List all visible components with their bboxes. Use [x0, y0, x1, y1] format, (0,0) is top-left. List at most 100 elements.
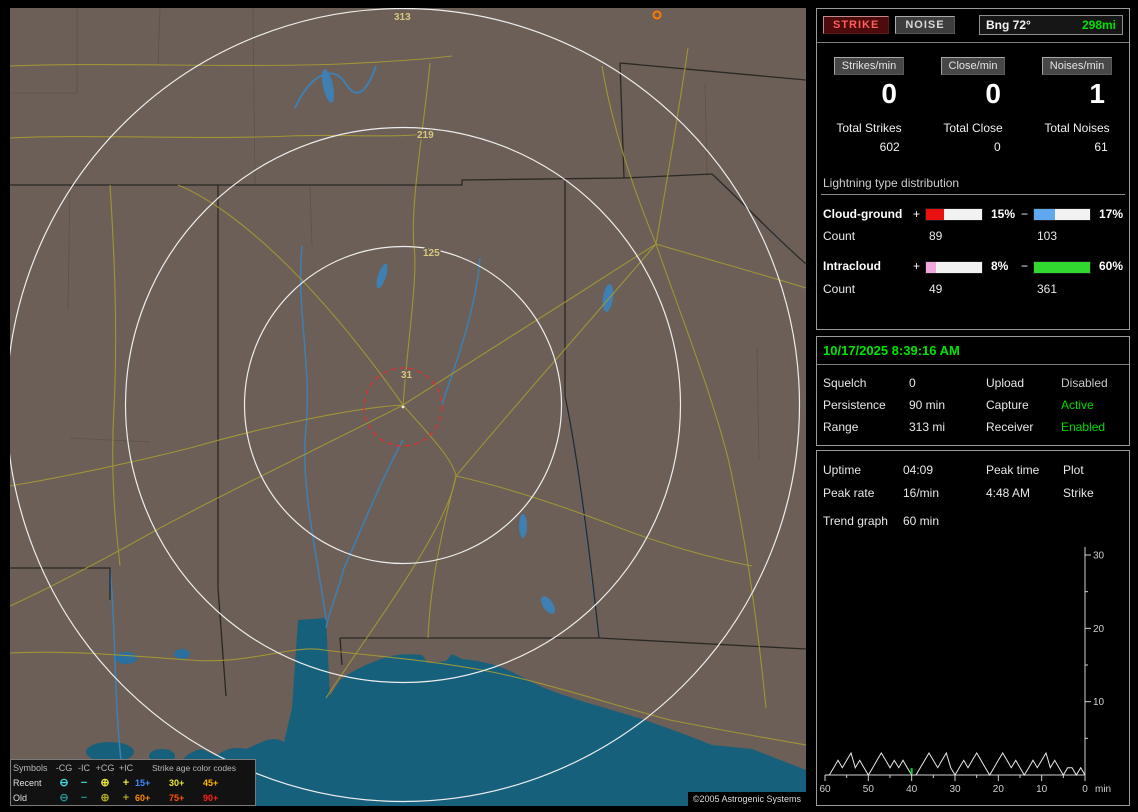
capture-label: Capture: [986, 398, 1061, 412]
pos-cg-recent-icon: ⊕: [93, 778, 117, 788]
age-45: 45+: [203, 778, 237, 788]
receiver-label: Receiver: [986, 420, 1061, 434]
strikes-per-min-button[interactable]: Strikes/min: [834, 57, 904, 75]
peak-rate-label: Peak rate: [823, 486, 903, 500]
receiver-value: Enabled: [1061, 420, 1123, 434]
age-90: 90+: [203, 793, 237, 803]
svg-text:20: 20: [1093, 624, 1105, 635]
ic-negative-bar: [1033, 261, 1091, 274]
bearing-label: Bng 72°: [986, 18, 1031, 32]
bearing-distance: 298mi: [1082, 18, 1116, 32]
trend-graph-row: Trend graph 60 min: [817, 514, 1129, 528]
persistence-label: Persistence: [823, 398, 909, 412]
peak-rate-value: 16/min: [903, 486, 986, 500]
cloud-ground-label: Cloud-ground: [823, 207, 913, 221]
persistence-value: 90 min: [909, 398, 986, 412]
cg-negative-count: 103: [1033, 229, 1095, 243]
peak-time-value: 4:48 AM: [986, 486, 1063, 500]
cg-positive-count: 89: [925, 229, 987, 243]
total-strikes-value: 602: [836, 140, 901, 154]
rate-values-row: 0 0 1: [817, 79, 1129, 109]
count-label: Count: [823, 229, 913, 243]
map-view: 313 219 125 31 Symbols -CG -IC +CG +IC S…: [10, 8, 806, 806]
map-canvas: 313 219 125 31: [10, 8, 806, 806]
legend-age-header: Strike age color codes: [135, 763, 253, 773]
upload-label: Upload: [986, 376, 1061, 390]
cg-negative-bar: [1033, 208, 1091, 221]
age-60: 60+: [135, 793, 169, 803]
range-label-31: 31: [401, 370, 413, 381]
svg-text:30: 30: [1093, 551, 1105, 562]
total-noises-value: 61: [1044, 140, 1109, 154]
highways: [10, 48, 806, 745]
noises-per-min-value: 1: [1089, 78, 1105, 109]
neg-cg-old-icon: ⊖: [53, 793, 75, 803]
ic-positive-count: 49: [925, 282, 987, 296]
map-legend: Symbols -CG -IC +CG +IC Strike age color…: [10, 759, 256, 806]
legend-col-neg-cg: -CG: [53, 763, 75, 773]
neg-cg-recent-icon: ⊖: [53, 778, 75, 788]
legend-col-pos-ic: +IC: [117, 763, 135, 773]
close-per-min-value: 0: [985, 78, 1001, 109]
range-label-313: 313: [394, 12, 411, 23]
total-strikes-label: Total Strikes: [836, 121, 901, 135]
mode-toolbar: STRIKE NOISE Bng 72° 298mi: [817, 9, 1129, 43]
svg-text:50: 50: [863, 784, 875, 795]
status-grid: Squelch 0 Upload Disabled Persistence 90…: [817, 365, 1129, 434]
distribution-header: Lightning type distribution: [821, 176, 1125, 195]
range-label-125: 125: [423, 248, 440, 259]
ic-negative-count: 361: [1033, 282, 1095, 296]
status-panel: 10/17/2025 8:39:16 AM Squelch 0 Upload D…: [816, 336, 1130, 446]
strike-symbol: [654, 12, 661, 19]
age-75: 75+: [169, 793, 203, 803]
cg-negative-percent: 17%: [1095, 207, 1123, 221]
strike-mode-button[interactable]: STRIKE: [823, 16, 889, 34]
svg-text:10: 10: [1036, 784, 1048, 795]
noises-per-min-button[interactable]: Noises/min: [1042, 57, 1112, 75]
trend-graph-label: Trend graph: [823, 514, 903, 528]
intracloud-row: Intracloud + 8% − 60%: [817, 259, 1129, 273]
age-30: 30+: [169, 778, 203, 788]
total-noises-label: Total Noises: [1044, 121, 1109, 135]
trend-graph: 1020300102030405060min: [819, 537, 1125, 801]
uptime-value: 04:09: [903, 463, 986, 477]
legend-col-pos-cg: +CG: [93, 763, 117, 773]
pos-ic-recent-icon: +: [117, 778, 135, 788]
svg-text:40: 40: [906, 784, 918, 795]
stats-panel: Uptime 04:09 Peak time Plot Peak rate 16…: [816, 450, 1130, 806]
range-value: 313 mi: [909, 420, 986, 434]
legend-old-label: Old: [13, 793, 53, 803]
bearing-display: Bng 72° 298mi: [979, 15, 1123, 35]
neg-ic-recent-icon: −: [75, 778, 93, 788]
svg-text:0: 0: [1082, 784, 1088, 795]
stats-grid: Uptime 04:09 Peak time Plot Peak rate 16…: [817, 451, 1129, 500]
range-label: Range: [823, 420, 909, 434]
minus-sign: −: [1021, 259, 1033, 273]
svg-text:10: 10: [1093, 697, 1105, 708]
rate-buttons-row: Strikes/min Close/min Noises/min: [817, 56, 1129, 75]
app-window: 313 219 125 31 Symbols -CG -IC +CG +IC S…: [0, 0, 1138, 812]
legend-col-neg-ic: -IC: [75, 763, 93, 773]
noise-mode-button[interactable]: NOISE: [895, 16, 954, 34]
ic-positive-percent: 8%: [987, 259, 1021, 273]
county-borders: [10, 8, 759, 460]
ic-positive-bar: [925, 261, 983, 274]
close-per-min-button[interactable]: Close/min: [941, 57, 1006, 75]
plus-sign: +: [913, 259, 925, 273]
legend-symbols-header: Symbols: [13, 763, 53, 773]
range-ring-labels: 313 219 125 31: [394, 12, 440, 381]
receiver-center-dot: [402, 406, 405, 409]
pos-cg-old-icon: ⊕: [93, 793, 117, 803]
plot-value: Strike: [1063, 486, 1123, 500]
ic-negative-percent: 60%: [1095, 259, 1123, 273]
range-label-219: 219: [417, 130, 434, 141]
datetime-display: 10/17/2025 8:39:16 AM: [817, 337, 1129, 365]
neg-ic-old-icon: −: [75, 793, 93, 803]
peak-time-label: Peak time: [986, 463, 1063, 477]
cloud-ground-row: Cloud-ground + 15% − 17%: [817, 207, 1129, 221]
totals-row: Total Strikes 602 Total Close 0 Total No…: [817, 121, 1129, 156]
count-label: Count: [823, 282, 913, 296]
pos-ic-old-icon: +: [117, 793, 135, 803]
svg-text:30: 30: [949, 784, 961, 795]
intracloud-count-row: Count 49 361: [817, 282, 1129, 296]
